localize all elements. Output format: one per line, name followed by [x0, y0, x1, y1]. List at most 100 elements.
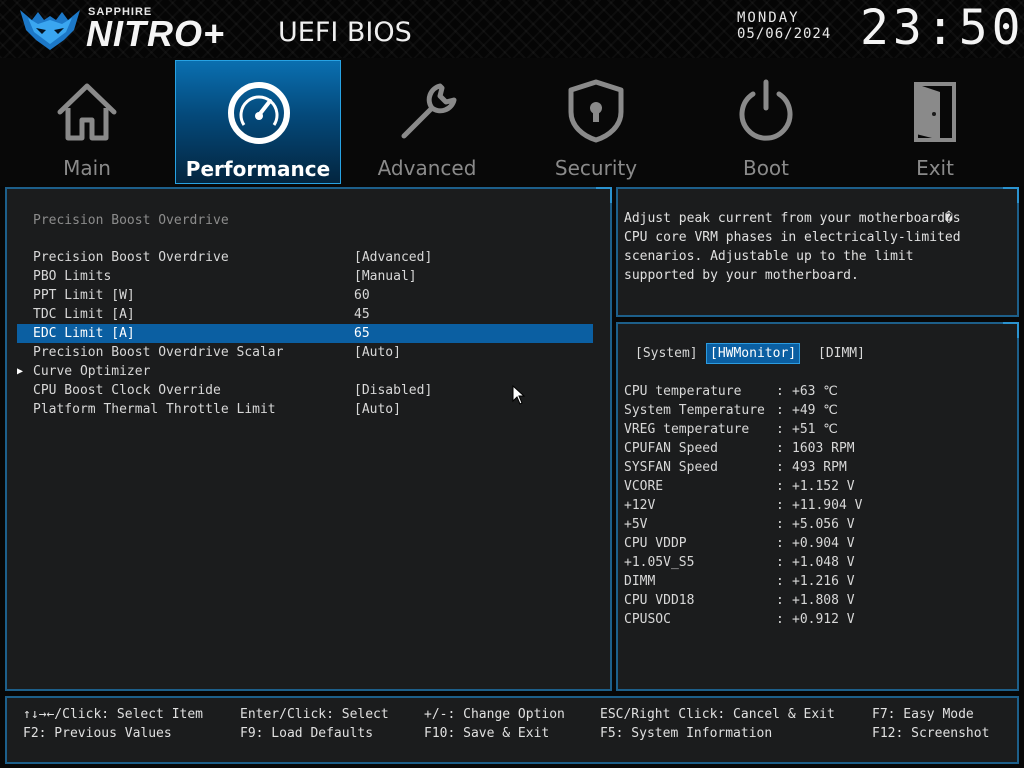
- current-date: 05/06/2024: [737, 26, 832, 42]
- tab-system[interactable]: [System]: [632, 344, 701, 363]
- monitor-separator: :: [776, 536, 784, 551]
- setting-value[interactable]: 60: [354, 286, 370, 305]
- hint-select-item: ↑↓→←/Click: Select Item: [23, 707, 204, 722]
- monitor-label: CPU VDD18: [624, 593, 695, 608]
- brand-main-logo: NITRO+: [86, 13, 226, 54]
- monitor-row: SYSFAN Speed:493 RPM: [624, 458, 1004, 477]
- monitor-separator: :: [776, 574, 784, 589]
- setting-label: Precision Boost Overdrive: [33, 250, 229, 265]
- setting-row-edc-limit[interactable]: EDC Limit [A] 65: [17, 324, 593, 343]
- hardware-monitor-panel: [System] [HWMonitor] [DIMM] CPU temperat…: [616, 322, 1019, 691]
- setting-value[interactable]: [Auto]: [354, 343, 401, 362]
- hint-screenshot: F12: Screenshot: [872, 726, 990, 741]
- tab-advanced[interactable]: Advanced: [344, 60, 510, 184]
- setting-row-tdc-limit[interactable]: TDC Limit [A] 45: [17, 305, 593, 324]
- submenu-arrow-icon: ▶: [17, 366, 24, 377]
- sapphire-logo-icon: [20, 10, 80, 50]
- hint-previous-values: F2: Previous Values: [23, 726, 172, 741]
- tab-main-label: Main: [63, 156, 111, 180]
- monitor-label: CPU temperature: [624, 384, 742, 399]
- tab-security[interactable]: Security: [513, 60, 679, 184]
- monitor-value: +49 ℃: [792, 403, 838, 418]
- monitor-separator: :: [776, 593, 784, 608]
- tab-boot-label: Boot: [742, 156, 790, 180]
- monitor-label: System Temperature: [624, 403, 765, 418]
- monitor-row: CPU VDD18: +1.808 V: [624, 591, 1004, 610]
- setting-value[interactable]: [Advanced]: [354, 248, 432, 267]
- header-bar: SAPPHIRE NITRO+ UEFI BIOS MONDAY 05/06/2…: [0, 0, 1024, 58]
- help-panel: Adjust peak current from your motherboar…: [616, 187, 1019, 317]
- setting-row-ppt-limit[interactable]: PPT Limit [W] 60: [17, 286, 593, 305]
- door-icon: [914, 82, 956, 142]
- monitor-label: CPU VDDP: [624, 536, 687, 551]
- monitor-separator: :: [776, 517, 784, 532]
- mouse-cursor-icon: [512, 385, 526, 405]
- setting-value[interactable]: [Disabled]: [354, 381, 432, 400]
- tab-main[interactable]: Main: [4, 60, 170, 184]
- setting-value[interactable]: 65: [354, 324, 370, 343]
- monitor-row: VCORE: +1.152 V: [624, 477, 1004, 496]
- tab-performance[interactable]: Performance: [175, 60, 341, 184]
- monitor-separator: :: [776, 555, 784, 570]
- monitor-label: SYSFAN Speed: [624, 460, 718, 475]
- setting-value[interactable]: 45: [354, 305, 370, 324]
- monitor-label: +1.05V_S5: [624, 555, 695, 570]
- settings-panel: Precision Boost Overdrive Precision Boos…: [5, 187, 612, 691]
- monitor-label: CPUFAN Speed: [624, 441, 718, 456]
- main-nav: Main Performance Advanced Security Boot: [0, 58, 1024, 186]
- tab-exit-label: Exit: [916, 156, 954, 180]
- section-title: Precision Boost Overdrive: [33, 213, 229, 228]
- monitor-label: DIMM: [624, 574, 656, 589]
- shield-lock-icon: [568, 79, 624, 143]
- monitor-value: +1.216 V: [792, 574, 855, 589]
- setting-label: Platform Thermal Throttle Limit: [33, 402, 276, 417]
- bios-title: UEFI BIOS: [278, 17, 412, 48]
- tab-dimm[interactable]: [DIMM]: [815, 344, 868, 363]
- tab-exit[interactable]: Exit: [852, 60, 1018, 184]
- help-text: Adjust peak current from your motherboar…: [624, 211, 961, 283]
- setting-row-pbo[interactable]: Precision Boost Overdrive [Advanced]: [17, 248, 593, 267]
- house-icon: [57, 83, 117, 141]
- hint-enter-select: Enter/Click: Select: [240, 707, 389, 722]
- monitor-value: +5.056 V: [792, 517, 855, 532]
- monitor-separator: :: [776, 441, 784, 456]
- monitor-separator: :: [776, 403, 784, 418]
- monitor-separator: :: [776, 612, 784, 627]
- tab-boot[interactable]: Boot: [683, 60, 849, 184]
- monitor-value: +51 ℃: [792, 422, 838, 437]
- monitor-value: +63 ℃: [792, 384, 838, 399]
- monitor-separator: :: [776, 479, 784, 494]
- hint-save-exit: F10: Save & Exit: [424, 726, 550, 741]
- setting-label: Curve Optimizer: [33, 364, 151, 379]
- power-icon: [739, 79, 793, 141]
- hint-easy-mode[interactable]: F7: Easy Mode: [872, 705, 974, 724]
- monitor-value: +0.912 V: [792, 612, 855, 627]
- setting-row-cpu-boost-clock[interactable]: CPU Boost Clock Override [Disabled]: [17, 381, 593, 400]
- monitor-label: VCORE: [624, 479, 664, 494]
- panel-corner: [1003, 187, 1019, 203]
- setting-label: EDC Limit [A]: [33, 326, 135, 341]
- setting-value[interactable]: [Manual]: [354, 267, 417, 286]
- setting-label: TDC Limit [A]: [33, 307, 135, 322]
- hint-change-option: +/-: Change Option: [424, 707, 565, 722]
- monitor-row: +5V: +5.056 V: [624, 515, 1004, 534]
- tab-performance-label: Performance: [185, 157, 331, 181]
- setting-row-pbo-limits[interactable]: PBO Limits [Manual]: [17, 267, 593, 286]
- monitor-value: +11.904 V: [792, 498, 863, 513]
- monitor-row: +1.05V_S5: +1.048 V: [624, 553, 1004, 572]
- setting-row-thermal-throttle[interactable]: Platform Thermal Throttle Limit [Auto]: [17, 400, 593, 419]
- monitor-separator: :: [776, 498, 784, 513]
- monitor-row: CPU temperature: +63 ℃: [624, 382, 1004, 401]
- setting-row-pbo-scalar[interactable]: Precision Boost Overdrive Scalar [Auto]: [17, 343, 593, 362]
- setting-row-curve-optimizer[interactable]: ▶ Curve Optimizer: [17, 362, 593, 381]
- clock-time: 23:50: [860, 0, 1024, 56]
- monitor-label: +5V: [624, 517, 648, 532]
- panel-corner: [596, 187, 612, 203]
- setting-value[interactable]: [Auto]: [354, 400, 401, 419]
- hint-system-information: F5: System Information: [600, 726, 773, 741]
- monitor-row: CPUFAN Speed:1603 RPM: [624, 439, 1004, 458]
- panel-corner: [1003, 322, 1019, 338]
- tab-hwmonitor[interactable]: [HWMonitor]: [705, 343, 801, 364]
- wrench-icon: [401, 83, 457, 139]
- monitor-value: 493 RPM: [792, 460, 847, 475]
